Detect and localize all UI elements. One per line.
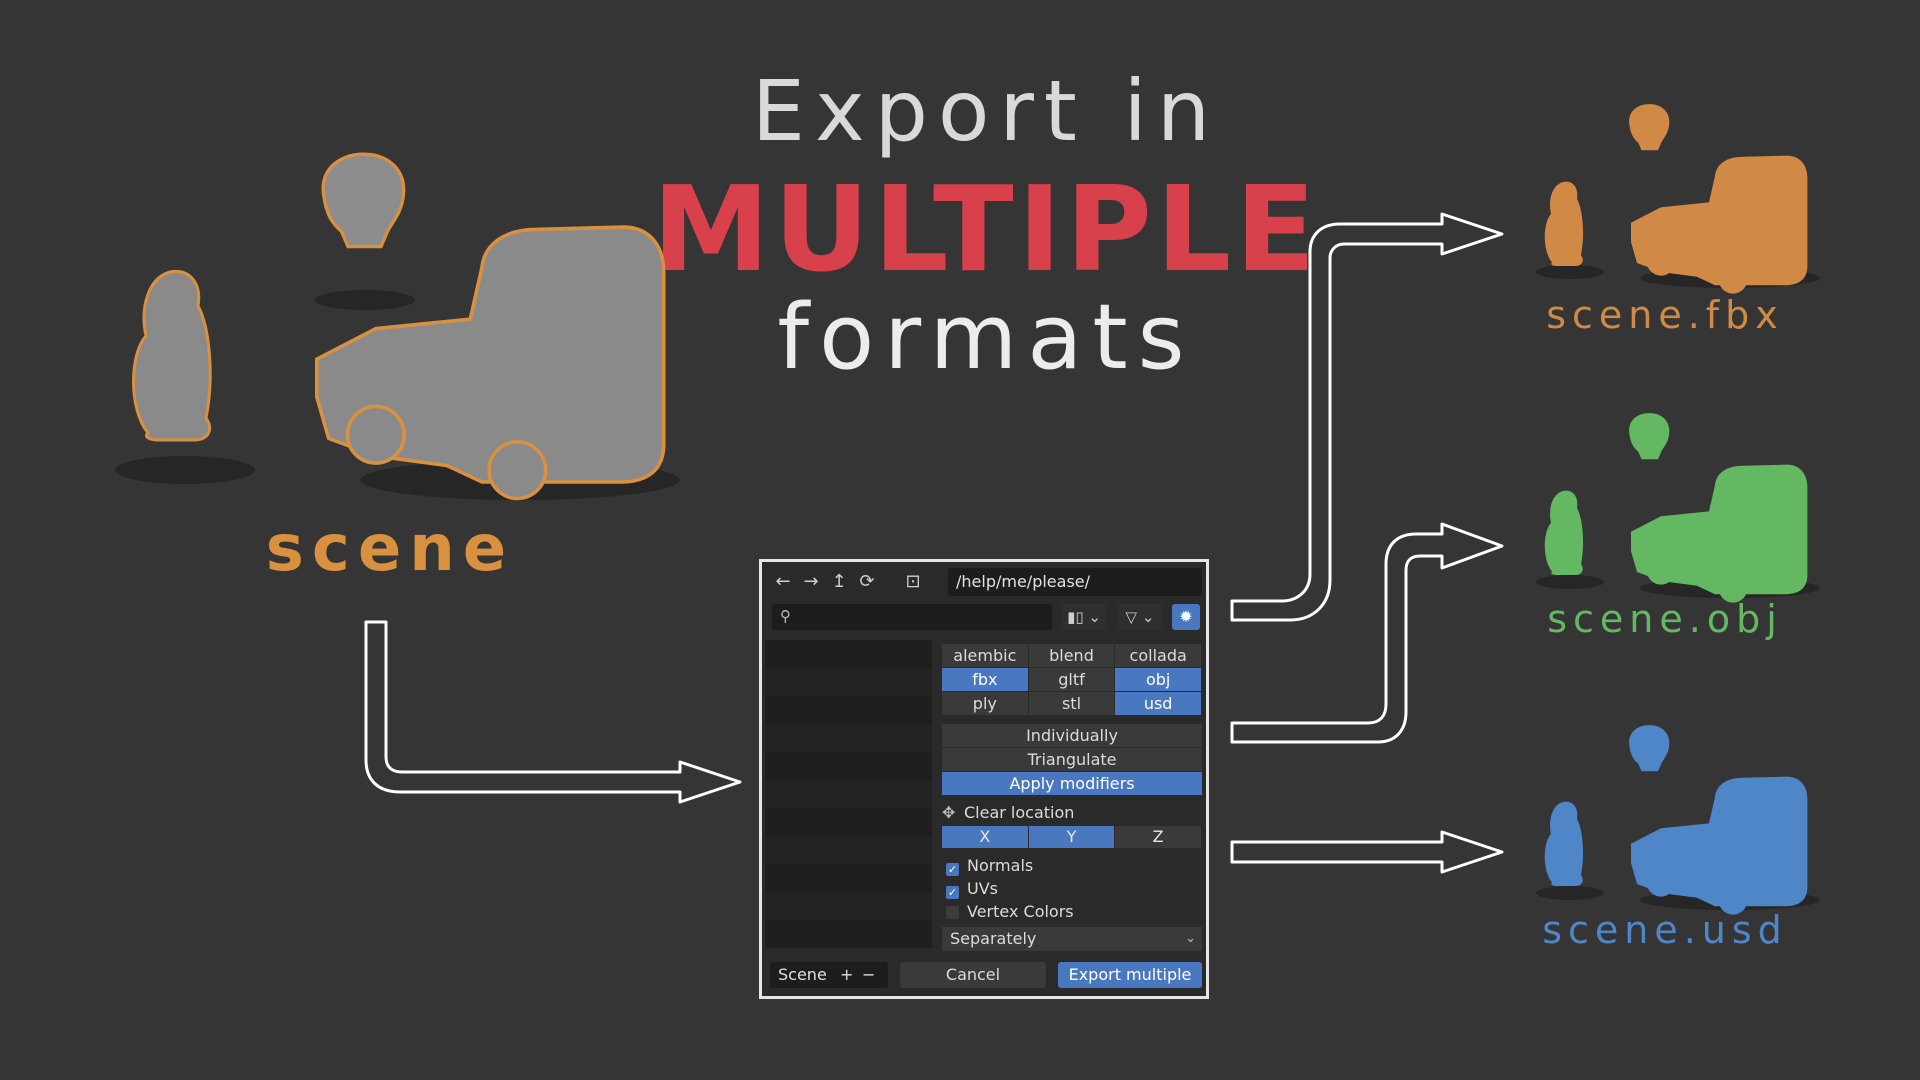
search-icon: ⚲ [780, 607, 791, 625]
add-preset-icon[interactable]: + [840, 962, 853, 988]
thumbnail-view-icon: ▮▯ [1067, 608, 1084, 626]
vertex-colors-checkbox[interactable] [946, 906, 959, 919]
format-toggle-fbx[interactable]: fbx [942, 668, 1029, 692]
axis-toggle-group: X Y Z [942, 826, 1202, 848]
export-options-panel: alembic blend collada fbx gltf obj ply s… [942, 644, 1202, 951]
arrow-dialog-to-fbx [1230, 212, 1504, 622]
normals-label: Normals [967, 856, 1034, 875]
format-toggle-usd[interactable]: usd [1115, 692, 1202, 716]
filter-dropdown[interactable]: ▽ ⌄ [1118, 604, 1162, 630]
export-mode-value: Separately [950, 929, 1037, 948]
file-browser-list[interactable] [765, 640, 932, 948]
source-scene-objects [115, 152, 680, 501]
list-item[interactable] [765, 668, 932, 696]
chevron-down-icon: ⌄ [1185, 931, 1196, 946]
export-multiple-button[interactable]: Export multiple [1058, 962, 1202, 988]
arrow-dialog-to-obj [1230, 522, 1504, 744]
directory-path-field[interactable]: /help/me/please/ [948, 568, 1202, 596]
list-item[interactable] [765, 892, 932, 920]
arrow-dialog-to-usd [1230, 830, 1504, 874]
arrow-scene-to-dialog [364, 620, 742, 804]
remove-preset-icon[interactable]: − [862, 962, 875, 988]
file-search-input[interactable]: ⚲ [772, 604, 1052, 630]
triangulate-toggle[interactable]: Triangulate [942, 748, 1202, 772]
display-mode-dropdown[interactable]: ▮▯ ⌄ [1062, 604, 1106, 630]
move-axes-icon: ✥ [942, 803, 956, 822]
list-item[interactable] [765, 640, 932, 668]
fbx-scene-objects [1536, 104, 1820, 294]
format-toggle-grid: alembic blend collada fbx gltf obj ply s… [942, 644, 1202, 716]
format-toggle-gltf[interactable]: gltf [1028, 668, 1116, 692]
chevron-down-icon: ⌄ [1141, 608, 1155, 626]
uvs-checkbox[interactable]: ✓ [946, 886, 959, 899]
parent-directory-icon[interactable]: ↥ [826, 568, 852, 596]
skull-model [321, 152, 406, 249]
list-item[interactable] [765, 920, 932, 948]
normals-checkbox[interactable]: ✓ [946, 863, 959, 876]
format-toggle-ply[interactable]: ply [942, 692, 1029, 716]
filter-funnel-icon: ▽ [1125, 608, 1138, 626]
list-item[interactable] [765, 724, 932, 752]
obj-output-label: scene.obj [1547, 597, 1783, 641]
list-item[interactable] [765, 836, 932, 864]
normals-checkbox-row[interactable]: ✓ Normals [942, 854, 1202, 877]
axis-toggle-z[interactable]: Z [1115, 826, 1202, 848]
scene-preset-control[interactable]: Scene + − [770, 962, 888, 988]
individually-toggle[interactable]: Individually [942, 724, 1202, 748]
fbx-output-label: scene.fbx [1546, 293, 1784, 337]
refresh-icon[interactable]: ⟳ [854, 568, 880, 596]
axis-toggle-y[interactable]: Y [1028, 826, 1116, 848]
forward-arrow-icon[interactable]: → [798, 568, 824, 596]
cat-model [132, 269, 212, 442]
usd-scene-objects [1536, 725, 1820, 915]
format-toggle-blend[interactable]: blend [1028, 644, 1116, 668]
list-item[interactable] [765, 808, 932, 836]
list-item[interactable] [765, 864, 932, 892]
navigation-toolbar: ← → ↥ ⟳ ⊡ /help/me/please/ [770, 568, 1202, 596]
axis-toggle-x[interactable]: X [942, 826, 1029, 848]
format-toggle-alembic[interactable]: alembic [942, 644, 1029, 668]
list-item[interactable] [765, 780, 932, 808]
back-arrow-icon[interactable]: ← [770, 568, 796, 596]
new-folder-icon[interactable]: ⊡ [900, 568, 926, 596]
settings-gear-button[interactable]: ✹ [1172, 604, 1200, 630]
gear-icon: ✹ [1179, 607, 1193, 626]
clear-location-label: Clear location [964, 803, 1075, 822]
vertex-colors-label: Vertex Colors [967, 902, 1074, 921]
clear-location-row: ✥ Clear location [942, 800, 1202, 826]
obj-scene-objects [1536, 413, 1820, 603]
uvs-checkbox-row[interactable]: ✓ UVs [942, 877, 1202, 900]
uvs-label: UVs [967, 879, 998, 898]
export-dialog: ← → ↥ ⟳ ⊡ /help/me/please/ ⚲ ▮▯ ⌄ ▽ ⌄ ✹ … [759, 559, 1209, 999]
apply-modifiers-toggle[interactable]: Apply modifiers [942, 772, 1202, 796]
source-scene-label: scene [265, 512, 515, 586]
usd-output-label: scene.usd [1542, 908, 1788, 952]
format-toggle-collada[interactable]: collada [1115, 644, 1202, 668]
export-mode-select[interactable]: Separately ⌄ [942, 927, 1202, 951]
vertex-colors-checkbox-row[interactable]: Vertex Colors [942, 900, 1202, 923]
list-item[interactable] [765, 752, 932, 780]
format-toggle-stl[interactable]: stl [1028, 692, 1116, 716]
cancel-button[interactable]: Cancel [900, 962, 1046, 988]
format-toggle-obj[interactable]: obj [1115, 668, 1202, 692]
list-item[interactable] [765, 696, 932, 724]
truck-model [315, 225, 666, 501]
scene-preset-label: Scene [778, 965, 827, 984]
chevron-down-icon: ⌄ [1088, 608, 1101, 626]
dialog-footer: Scene + − Cancel Export multiple [770, 962, 1202, 988]
